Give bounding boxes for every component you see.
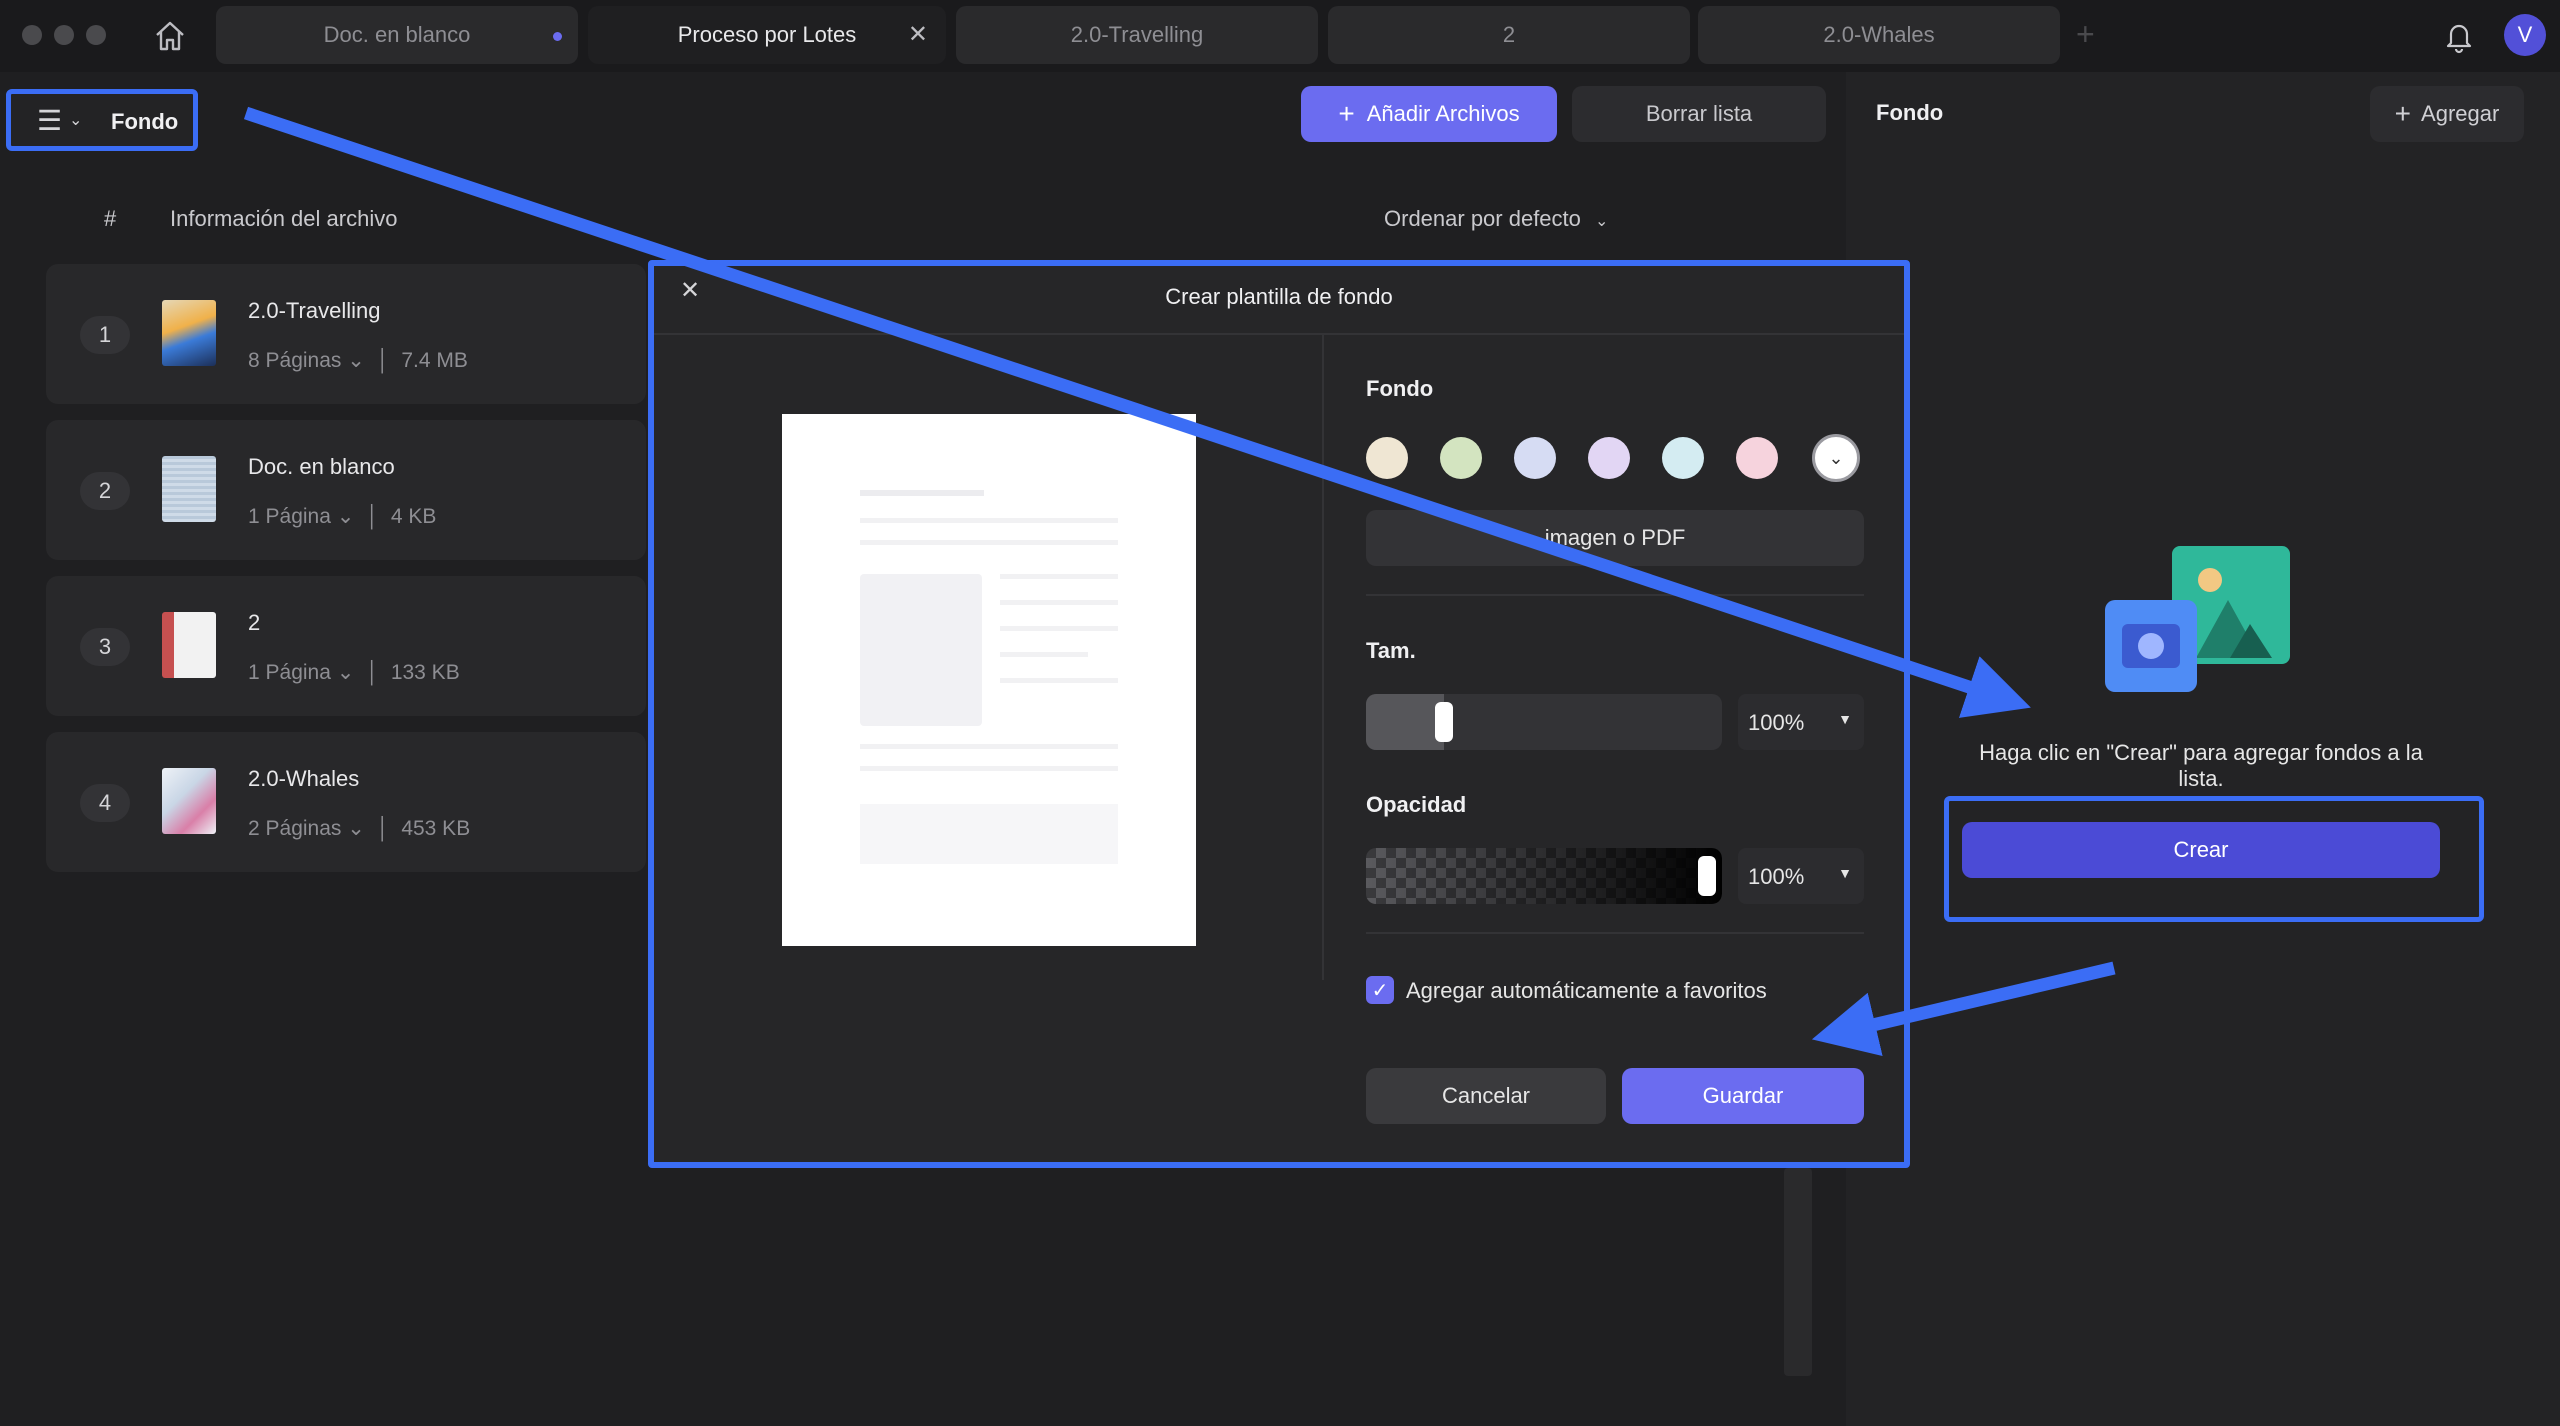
file-meta: 2 Páginas ⌄ │ 453 KB [248,817,471,840]
file-row[interactable]: 3 2 1 Página ⌄ │ 133 KB [46,576,646,716]
file-index: 1 [80,316,130,354]
title-bar: Doc. en blanco Proceso por Lotes ✕ 2.0-T… [0,0,2560,72]
menu-icon: ☰ [37,105,63,136]
create-button[interactable]: Crear [1962,822,2440,878]
tab-2[interactable]: 2 [1328,6,1690,64]
tab-proceso-por-lotes[interactable]: Proceso por Lotes ✕ [588,6,946,64]
tab-doc-en-blanco[interactable]: Doc. en blanco [216,6,578,64]
minimize-window-button[interactable] [54,25,74,45]
close-tab-icon[interactable]: ✕ [908,20,928,49]
clear-list-button[interactable]: Borrar lista [1572,86,1826,142]
scrollbar[interactable] [1784,1168,1812,1376]
file-thumbnail [162,456,216,522]
file-name: 2.0-Whales [248,766,360,791]
close-window-button[interactable] [22,25,42,45]
file-index: 2 [80,472,130,510]
tab-2-0-whales[interactable]: 2.0-Whales [1698,6,2060,64]
dialog-highlight-frame [648,260,1910,1168]
panel-title: Fondo [1876,100,1944,125]
image-placeholder-icon [2100,540,2296,710]
section-title: Fondo [111,109,179,134]
unsaved-dot-icon [553,32,562,41]
file-index: 4 [80,784,130,822]
plus-icon: + [2394,98,2412,129]
zoom-window-button[interactable] [86,25,106,45]
file-thumbnail [162,768,216,834]
new-tab-icon[interactable]: + [2076,16,2095,53]
column-info-header: Información del archivo [170,206,398,231]
file-row[interactable]: 4 2.0-Whales 2 Páginas ⌄ │ 453 KB [46,732,646,872]
sidebar-menu-toggle[interactable]: ☰ ⌄ Fondo [6,89,198,151]
sort-dropdown[interactable]: Ordenar por defecto ⌄ [1384,206,1608,232]
file-name: 2 [248,610,261,635]
column-number-header: # [104,206,117,231]
file-meta: 8 Páginas ⌄ │ 7.4 MB [248,349,468,372]
file-thumbnail [162,612,216,678]
add-files-button[interactable]: + Añadir Archivos [1301,86,1557,142]
avatar[interactable]: V [2504,14,2546,56]
chevron-down-icon: ⌄ [69,112,83,129]
file-meta: 1 Página ⌄ │ 133 KB [248,661,460,684]
home-icon[interactable] [152,18,188,54]
chevron-down-icon: ⌄ [1595,213,1609,230]
file-thumbnail [162,300,216,366]
file-meta: 1 Página ⌄ │ 4 KB [248,505,437,528]
file-row[interactable]: 1 2.0-Travelling 8 Páginas ⌄ │ 7.4 MB [46,264,646,404]
file-name: 2.0-Travelling [248,298,381,323]
file-row[interactable]: 2 Doc. en blanco 1 Página ⌄ │ 4 KB [46,420,646,560]
empty-hint: Haga clic en "Crear" para agregar fondos… [1979,740,2423,791]
file-index: 3 [80,628,130,666]
file-name: Doc. en blanco [248,454,395,479]
bell-icon[interactable] [2442,18,2476,54]
tab-2-0-travelling[interactable]: 2.0-Travelling [956,6,1318,64]
plus-icon: + [1338,98,1355,129]
add-background-button[interactable]: + Agregar [2370,86,2524,142]
